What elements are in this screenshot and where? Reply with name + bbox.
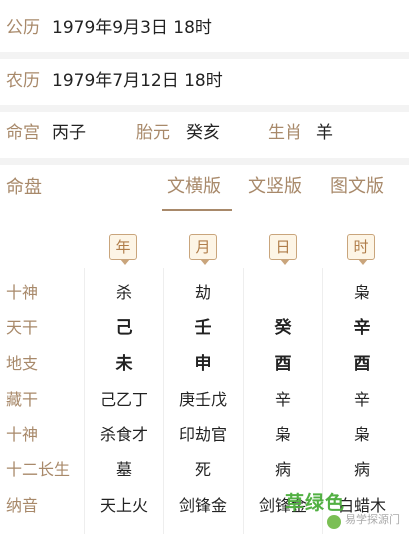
cell-day-canggan: 辛	[274, 390, 291, 409]
watermark-green-text: 草绿色	[285, 492, 346, 514]
cell-month-dizhi: 申	[194, 354, 212, 374]
wechat-logo-icon	[327, 515, 341, 529]
cell-year-shishen: 杀	[115, 283, 132, 302]
tab-graphic[interactable]: 图文版	[330, 177, 384, 197]
cell-hour-changsheng: 病	[353, 460, 370, 479]
shengxiao-value: 羊	[316, 123, 333, 143]
divider	[0, 52, 409, 59]
cell-month-shishen-2: 印劫官	[178, 425, 227, 444]
cell-month-tiangan: 壬	[194, 318, 212, 338]
solar-value: 1979年9月3日 18时	[52, 18, 212, 38]
minggong-value: 丙子	[52, 123, 86, 143]
cell-hour-shishen-2: 枭	[353, 425, 370, 444]
cell-year-shishen-2: 杀食才	[99, 425, 148, 444]
column-header-day: 日	[269, 234, 297, 265]
minggong-label: 命宫	[6, 123, 40, 143]
column-header-month: 月	[189, 234, 217, 265]
cell-month-shishen: 劫	[194, 283, 211, 302]
row-label-dizhi: 地支	[6, 354, 39, 373]
lunar-date-row: 农历 1979年7月12日 18时	[0, 59, 409, 105]
lunar-label: 农历	[6, 71, 40, 91]
row-label-canggan: 藏干	[6, 390, 39, 409]
info-row: 命宫 丙子 胎元 癸亥 生肖 羊	[0, 112, 409, 158]
chart-title: 命盘	[6, 177, 42, 198]
active-tab-indicator	[162, 209, 232, 211]
watermark-account-text: 易学探源门	[345, 513, 400, 526]
cell-hour-shishen: 枭	[353, 283, 370, 302]
row-label-changsheng: 十二长生	[6, 460, 71, 479]
cell-month-nayin: 剑锋金	[178, 496, 227, 515]
cell-month-canggan: 庚壬戊	[178, 390, 227, 409]
cell-day-changsheng: 病	[274, 460, 291, 479]
cell-hour-canggan: 辛	[353, 390, 370, 409]
row-label-nayin: 纳音	[6, 496, 39, 515]
cell-day-dizhi: 酉	[274, 354, 292, 374]
solar-date-row: 公历 1979年9月3日 18时	[0, 0, 409, 52]
solar-label: 公历	[6, 18, 40, 38]
tab-vertical[interactable]: 文竖版	[248, 177, 302, 197]
row-label-tiangan: 天干	[6, 318, 39, 337]
cell-year-changsheng: 墓	[115, 460, 132, 479]
row-label-shishen: 十神	[6, 283, 39, 302]
shengxiao-label: 生肖	[268, 123, 302, 143]
column-header-year: 年	[109, 234, 137, 265]
divider	[0, 105, 409, 112]
cell-year-nayin: 天上火	[99, 496, 148, 515]
cell-hour-dizhi: 酉	[353, 354, 371, 374]
cell-day-tiangan: 癸	[274, 318, 292, 338]
cell-hour-tiangan: 辛	[353, 318, 371, 338]
divider	[0, 158, 409, 165]
tab-horizontal[interactable]: 文横版	[167, 177, 221, 197]
cell-year-canggan: 己乙丁	[99, 390, 148, 409]
cell-month-changsheng: 死	[194, 460, 211, 479]
cell-year-dizhi: 未	[115, 354, 133, 374]
row-label-shishen-2: 十神	[6, 425, 39, 444]
taiyuan-label: 胎元	[136, 123, 170, 143]
chart-header: 命盘 文横版 文竖版 图文版	[0, 165, 409, 215]
taiyuan-value: 癸亥	[186, 123, 220, 143]
cell-day-shishen-2: 枭	[274, 425, 291, 444]
cell-year-tiangan: 己	[115, 318, 133, 338]
lunar-value: 1979年7月12日 18时	[52, 71, 223, 91]
column-header-hour: 时	[347, 234, 375, 265]
